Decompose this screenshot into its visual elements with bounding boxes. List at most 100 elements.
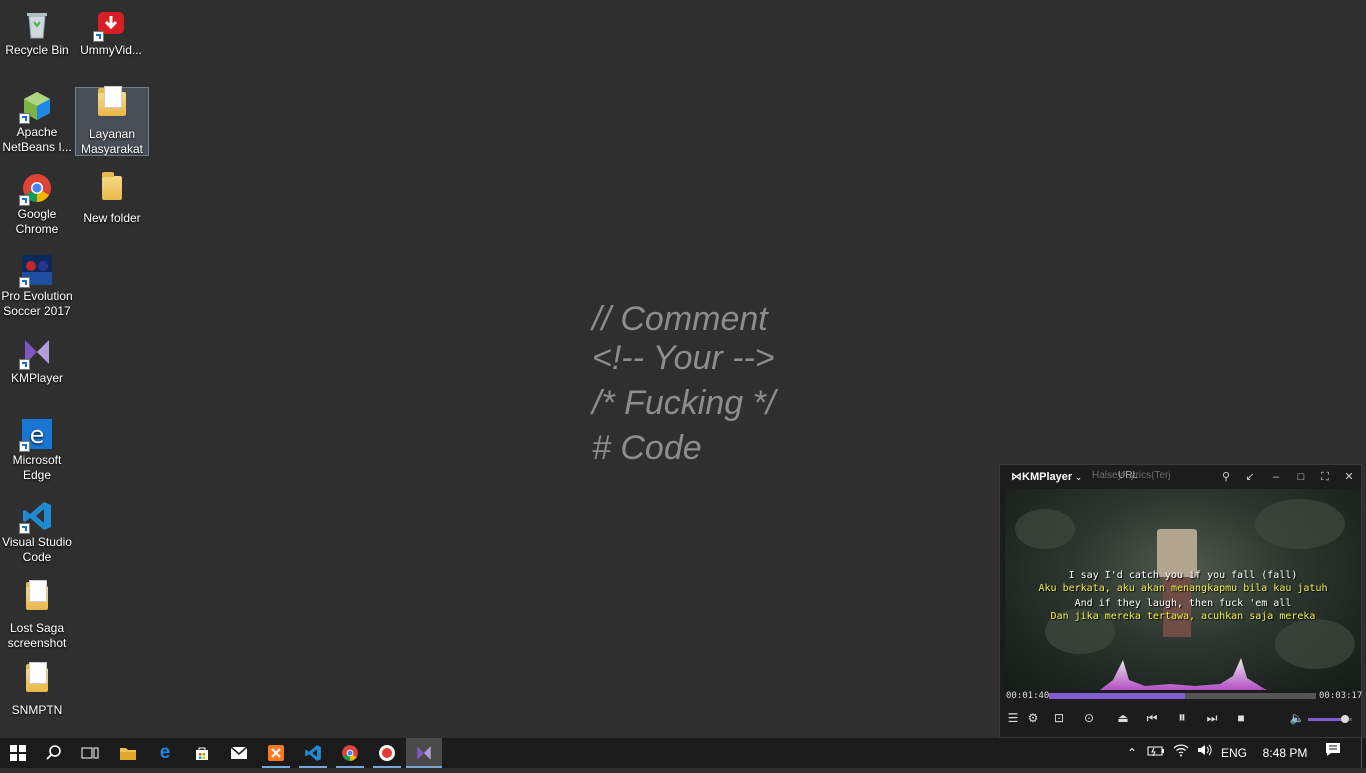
desktop-icon-snmptn[interactable]: SNMPTN [0,662,74,718]
task-view-icon[interactable] [72,738,108,768]
input-language[interactable]: ENG [1218,738,1250,768]
minimize-icon[interactable]: – [1268,469,1284,485]
shortcut-arrow-icon [93,31,104,42]
desktop-icon-kmplayer[interactable]: KMPlayer [0,336,74,386]
shortcut-arrow-icon [19,359,30,370]
desktop-icon-new-folder[interactable]: New folder [75,172,149,226]
speaker-icon[interactable] [1193,738,1215,768]
battery-icon[interactable] [1145,738,1167,768]
leaf-decoration [1015,509,1075,549]
3d-mode-icon[interactable]: ⊡ [1047,709,1071,727]
pin-icon[interactable]: ⚲ [1218,469,1234,485]
edge-icon: e [19,418,53,452]
kmplayer-menu-button[interactable]: ⋈KMPlayer ⌄ [1011,470,1082,483]
next-icon[interactable]: ⏭ [1203,709,1221,727]
ummy-video-downloader-icon [93,8,127,42]
subtitle-line-3: And if they laugh, then fuck 'em all [1074,598,1292,609]
previous-icon[interactable]: ⏮ [1143,709,1161,727]
desktop-icon-label: SNMPTN [11,703,63,717]
volume-level [1308,718,1346,721]
folder-icon [21,580,53,618]
shortcut-arrow-icon [19,113,30,124]
desktop-icon-label: New folder [83,211,141,225]
volume-slider[interactable] [1308,715,1352,723]
desktop-icon-pes-2017[interactable]: Pro Evolution Soccer 2017 [0,254,74,319]
subtitle-line-2: Aku berkata, aku akan menangkapmu bila k… [1038,583,1328,594]
show-hidden-icons-chevron-up-icon[interactable]: ⌃ [1122,738,1142,768]
wallpaper-line-1: // Comment [592,300,768,338]
seek-bar-progress [1049,693,1186,699]
fullscreen-icon[interactable]: ⛶ [1317,469,1333,485]
chevron-down-icon: ⌄ [1075,473,1082,482]
desktop-icon-vscode[interactable]: Visual Studio Code [0,500,74,565]
volume-knob[interactable] [1341,715,1350,723]
recycle-bin-icon [21,8,53,40]
folder-icon [96,86,128,124]
taskbar: e ⌃ ENG 8:48 PM [0,738,1366,768]
stop-icon[interactable]: ■ [1232,709,1250,727]
subtitle-line-1: I say I'd catch you if you fall (fall) [1068,570,1298,581]
windows-start-icon[interactable] [0,738,36,768]
action-center-icon[interactable] [1318,738,1348,768]
chrome-taskbar-icon[interactable] [332,738,368,768]
folder-icon [21,662,53,700]
wallpaper-line-3: /* Fucking */ [592,384,776,422]
current-time: 00:01:40 [1006,691,1050,701]
desktop-icon-label: Lost Saga screenshot [7,621,67,650]
mail-icon[interactable] [221,738,257,768]
clock[interactable]: 8:48 PM [1255,738,1315,768]
desktop-icon-label: Apache NetBeans I... [2,125,72,154]
audio-visualizer [1100,658,1267,690]
search-icon[interactable] [36,738,72,768]
kmplayer-icon [19,336,53,370]
volume-icon[interactable]: 🔈 [1288,709,1306,727]
maximize-icon[interactable]: □ [1293,469,1309,485]
total-time: 00:03:17 [1319,691,1363,701]
playlist-icon[interactable]: ☰ [1004,709,1022,727]
desktop-icon-label: Layanan Masyarakat [80,127,144,156]
desktop-icon-label: Google Chrome [15,207,59,236]
kmplayer-title-bar[interactable]: ⋈KMPlayer ⌄ Halsey Lyrics(Terj URL ⚲ ↙ –… [1000,465,1361,489]
chrome-icon [19,172,53,206]
desktop-icon-label: Microsoft Edge [12,453,62,482]
leaf-decoration [1255,499,1345,549]
desktop-icon-label: Pro Evolution Soccer 2017 [1,289,73,318]
kmplayer-window[interactable]: ⋈KMPlayer ⌄ Halsey Lyrics(Terj URL ⚲ ↙ –… [999,464,1362,738]
desktop-icon-microsoft-edge[interactable]: e Microsoft Edge [0,418,74,483]
desktop-icon-google-chrome[interactable]: Google Chrome [0,172,74,237]
folder-icon [96,172,128,208]
screen-recorder-icon[interactable] [369,738,405,768]
pause-icon[interactable]: ⏸ [1173,709,1191,727]
wifi-icon[interactable] [1170,738,1192,768]
shortcut-arrow-icon [19,441,30,452]
vr-mode-icon[interactable]: ⊙ [1077,709,1101,727]
desktop-icon-label: UmmyVid... [80,43,142,57]
eject-icon[interactable]: ⏏ [1114,709,1132,727]
file-explorer-icon[interactable] [110,738,146,768]
shortcut-arrow-icon [19,523,30,534]
close-icon[interactable]: ✕ [1341,469,1357,485]
desktop-icon-layanan-masyarakat[interactable]: Layanan Masyarakat [75,86,149,156]
desktop-icon-lost-saga-screenshot[interactable]: Lost Saga screenshot [0,580,74,651]
desktop-icon-label: Recycle Bin [5,43,69,57]
wallpaper-line-2: <!-- Your --> [592,339,775,377]
shortcut-arrow-icon [19,277,30,288]
kmplayer-taskbar-icon[interactable] [406,738,442,768]
seek-bar[interactable] [1049,693,1316,699]
desktop-icon-label: Visual Studio Code [2,535,72,564]
settings-gear-icon[interactable]: ⚙ [1024,709,1042,727]
mini-mode-icon[interactable]: ↙ [1242,469,1258,485]
microsoft-store-icon[interactable] [184,738,220,768]
kmplayer-url-button[interactable]: URL [1118,470,1138,481]
video-area[interactable]: I say I'd catch you if you fall (fall) A… [1005,489,1361,690]
desktop-icon-recycle-bin[interactable]: Recycle Bin [0,8,74,58]
show-desktop-button[interactable] [1361,738,1366,768]
xampp-icon[interactable] [258,738,294,768]
vscode-taskbar-icon[interactable] [295,738,331,768]
wallpaper-line-4: # Code [592,429,702,467]
kmplayer-logo-icon: ⋈ [1011,471,1022,483]
microsoft-edge-icon[interactable]: e [147,738,183,768]
desktop-icon-ummyvideo[interactable]: UmmyVid... [74,8,148,58]
vscode-icon [19,500,53,534]
desktop-icon-netbeans[interactable]: Apache NetBeans I... [0,90,74,155]
